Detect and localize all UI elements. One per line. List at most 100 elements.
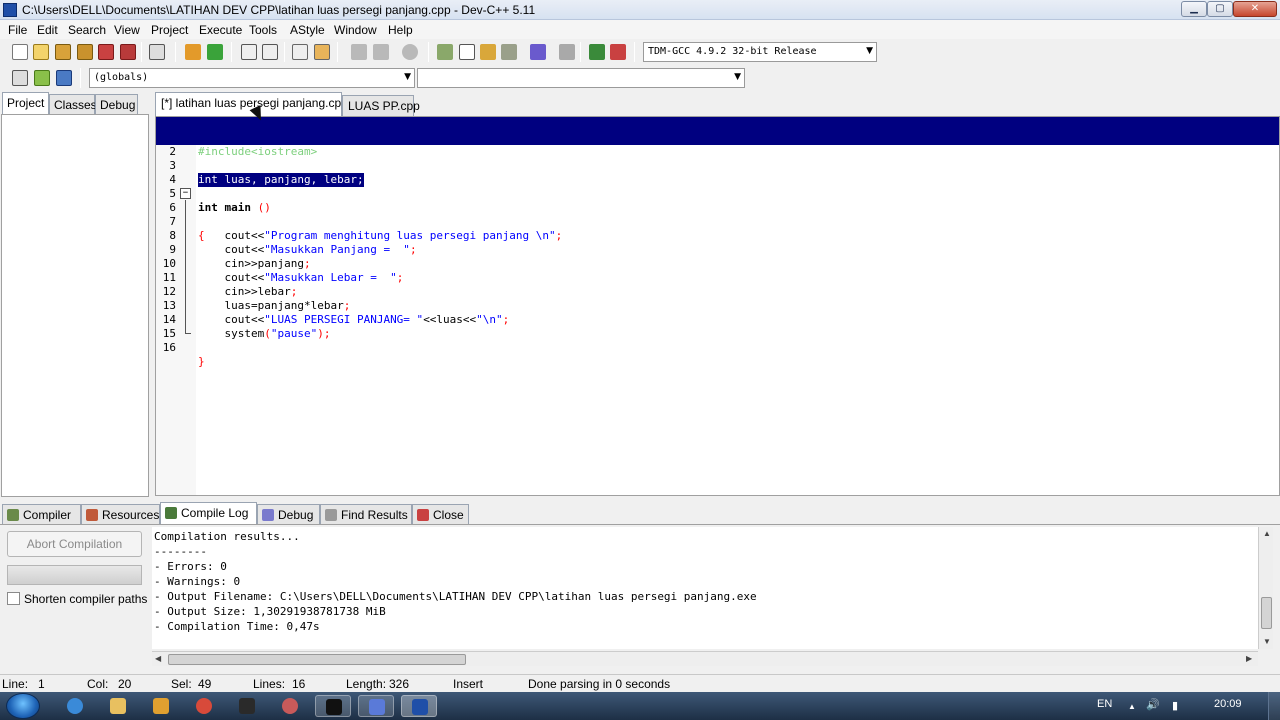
tab-latihan-luas-persegi-panjang[interactable]: [*] latihan luas persegi panjang.cpp: [155, 92, 348, 116]
network-signal-icon[interactable]: ▮: [1172, 699, 1178, 712]
tab-close[interactable]: Close: [412, 504, 469, 524]
shorten-paths-option[interactable]: Shorten compiler paths: [7, 592, 147, 606]
menu-edit[interactable]: Edit: [37, 23, 58, 37]
menu-project[interactable]: Project: [151, 23, 188, 37]
scroll-down-icon[interactable]: ▼: [1263, 637, 1271, 646]
code-line[interactable]: 14 system("pause");: [156, 299, 1279, 340]
scroll-right-icon[interactable]: ▶: [1246, 654, 1252, 663]
taskbar-ie[interactable]: [57, 695, 93, 717]
syntax-check-icon[interactable]: [530, 44, 546, 60]
abort-compilation-button[interactable]: Abort Compilation: [7, 531, 142, 557]
insert-icon[interactable]: [12, 70, 28, 86]
menu-tools[interactable]: Tools: [249, 23, 277, 37]
project-tree[interactable]: [1, 114, 149, 497]
goto-icon[interactable]: [34, 70, 50, 86]
delete-profile-icon[interactable]: [610, 44, 626, 60]
menu-astyle[interactable]: AStyle: [290, 23, 325, 37]
tray-expand-icon[interactable]: ▲: [1128, 702, 1136, 711]
code-line[interactable]: 10 cout<<"Masukkan Lebar = ";: [156, 243, 1279, 284]
indent-left-icon[interactable]: [351, 44, 367, 60]
rebuild-all-icon[interactable]: [501, 44, 517, 60]
tab-classes[interactable]: Classes: [49, 94, 97, 114]
taskbar-app[interactable]: [229, 695, 265, 717]
start-button[interactable]: [6, 693, 40, 719]
maximize-button[interactable]: ▢: [1207, 1, 1233, 17]
scope-select[interactable]: (globals) ▼: [89, 68, 415, 88]
code-line[interactable]: 9 cin>>panjang;: [156, 229, 1279, 270]
code-line[interactable]: 11 cin>>lebar;: [156, 257, 1279, 298]
taskbar-explorer[interactable]: [100, 695, 136, 717]
show-desktop-button[interactable]: [1268, 692, 1280, 720]
code-line[interactable]: 3 int luas, panjang, lebar;: [156, 145, 1279, 187]
menu-search[interactable]: Search: [68, 23, 106, 37]
new-file-icon[interactable]: [12, 44, 28, 60]
menu-view[interactable]: View: [114, 23, 140, 37]
taskbar-console[interactable]: [315, 695, 351, 717]
tab-find-results[interactable]: Find Results: [320, 504, 412, 524]
member-select[interactable]: ▼: [417, 68, 745, 88]
taskbar-chrome[interactable]: [186, 695, 222, 717]
code-line[interactable]: 2 using namespace std;: [156, 131, 1279, 172]
tab-resources[interactable]: Resources: [81, 504, 160, 524]
code-line[interactable]: 7 cout<<"Program menghitung luas persegi…: [156, 201, 1279, 242]
close-file-icon[interactable]: [98, 44, 114, 60]
toggle-bookmark-icon[interactable]: [314, 44, 330, 60]
scroll-up-icon[interactable]: ▲: [1263, 529, 1271, 538]
code-line[interactable]: 5 int main (): [156, 173, 1279, 214]
fold-collapse-icon[interactable]: −: [180, 188, 191, 199]
tab-debug-side[interactable]: Debug: [95, 94, 138, 114]
compile-icon[interactable]: [437, 44, 453, 60]
toggle-comment-icon[interactable]: [402, 44, 418, 60]
code-line[interactable]: 8 cout<<"Masukkan Panjang = ";: [156, 215, 1279, 256]
scroll-thumb[interactable]: [168, 654, 466, 665]
compile-log-text[interactable]: Compilation results... -------- - Errors…: [152, 527, 1258, 649]
taskbar-media[interactable]: [143, 695, 179, 717]
run-icon[interactable]: [459, 44, 475, 60]
menu-window[interactable]: Window: [334, 23, 377, 37]
save-all-icon[interactable]: [77, 44, 93, 60]
close-window-button[interactable]: ✕: [1233, 1, 1277, 17]
shorten-paths-checkbox[interactable]: [7, 592, 20, 605]
compile-run-icon[interactable]: [480, 44, 496, 60]
code-line[interactable]: 16 }: [156, 327, 1279, 368]
log-horizontal-scrollbar[interactable]: ◀ ▶: [152, 651, 1258, 666]
scroll-left-icon[interactable]: ◀: [155, 654, 161, 663]
bookmark-icon[interactable]: [56, 70, 72, 86]
tab-compiler[interactable]: Compiler: [2, 504, 81, 524]
menu-execute[interactable]: Execute: [199, 23, 242, 37]
menu-file[interactable]: File: [8, 23, 27, 37]
compiler-select[interactable]: TDM-GCC 4.9.2 32-bit Release ▼: [643, 42, 877, 62]
tab-compile-log[interactable]: Compile Log: [160, 502, 257, 524]
taskbar-app[interactable]: [358, 695, 394, 717]
taskbar-clock[interactable]: 20:09: [1214, 698, 1242, 710]
redo-icon[interactable]: [207, 44, 223, 60]
volume-icon[interactable]: 🔊: [1146, 698, 1160, 711]
code-line[interactable]: 15: [156, 313, 1279, 340]
code-editor[interactable]: 1 #include<iostream> 2 using namespace s…: [155, 116, 1280, 496]
log-vertical-scrollbar[interactable]: ▲ ▼: [1258, 527, 1273, 649]
code-line[interactable]: 12 luas=panjang*lebar;: [156, 271, 1279, 312]
tab-project[interactable]: Project: [2, 92, 49, 114]
devcpp-app-icon[interactable]: [3, 3, 17, 17]
code-line[interactable]: 6 − {: [156, 187, 1279, 242]
print-icon[interactable]: [149, 44, 165, 60]
scroll-thumb[interactable]: [1261, 597, 1272, 629]
code-line[interactable]: 4: [156, 159, 1279, 186]
goto-line-icon[interactable]: [292, 44, 308, 60]
open-file-icon[interactable]: [33, 44, 49, 60]
undo-icon[interactable]: [185, 44, 201, 60]
stop-execution-icon[interactable]: [559, 44, 575, 60]
close-all-icon[interactable]: [120, 44, 136, 60]
find-icon[interactable]: [241, 44, 257, 60]
menu-help[interactable]: Help: [388, 23, 413, 37]
code-line[interactable]: 13 cout<<"LUAS PERSEGI PANJANG= "<<luas<…: [156, 285, 1279, 326]
taskbar-devcpp[interactable]: [401, 695, 437, 717]
code-line[interactable]: 1 #include<iostream>: [156, 117, 1279, 158]
tab-debug[interactable]: Debug: [257, 504, 320, 524]
taskbar-app[interactable]: [272, 695, 308, 717]
save-icon[interactable]: [55, 44, 71, 60]
minimize-button[interactable]: ▁: [1181, 1, 1207, 17]
tab-luas-pp[interactable]: LUAS PP.cpp: [342, 95, 420, 116]
indent-right-icon[interactable]: [373, 44, 389, 60]
replace-icon[interactable]: [262, 44, 278, 60]
